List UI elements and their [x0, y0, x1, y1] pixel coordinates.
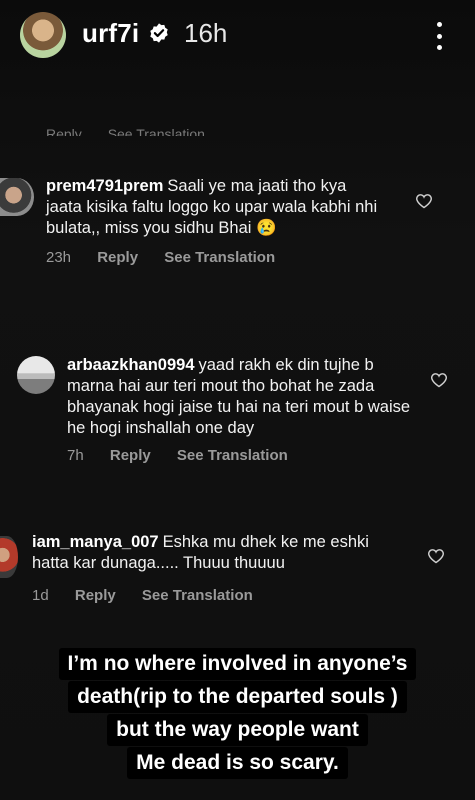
comment-time: 1d	[32, 587, 49, 604]
caption-line: but the way people want	[107, 714, 368, 746]
reply-button[interactable]: Reply	[75, 587, 116, 604]
see-translation-button[interactable]: See Translation	[164, 249, 275, 266]
profile-avatar[interactable]	[20, 12, 66, 58]
heart-outline-icon[interactable]	[427, 548, 445, 564]
comment-username[interactable]: prem4791prem	[46, 177, 163, 195]
comment-item: iam_manya_007 Eshka mu dhek ke me eshki h…	[0, 530, 475, 610]
comment-body: iam_manya_007 Eshka mu dhek ke me eshki h…	[32, 532, 402, 574]
comment-body: arbaazkhan0994 yaad rakh ek din tujhe b m…	[67, 355, 417, 439]
comment-username[interactable]: arbaazkhan0994	[67, 356, 195, 374]
comment-body: prem4791prem Saali ye ma jaati tho kya ja…	[46, 176, 386, 239]
see-translation-button[interactable]: See Translation	[177, 447, 288, 464]
reply-button[interactable]: Reply	[97, 249, 138, 266]
commenter-avatar[interactable]	[0, 536, 18, 578]
comment-meta: 1d Reply See Translation	[32, 587, 275, 604]
verified-badge-icon	[150, 23, 168, 43]
caption-line: death(rip to the departed souls )	[68, 681, 407, 713]
caption-line: Me dead is so scary.	[127, 747, 348, 779]
comment-item: arbaazkhan0994 yaad rakh ek din tujhe b m…	[0, 350, 475, 470]
story-viewer: urf7i 16h Reply See Translation prem4791…	[0, 0, 475, 800]
story-caption: I’m no where involved in anyone’s death(…	[0, 648, 475, 780]
caption-line: I’m no where involved in anyone’s	[58, 648, 417, 680]
cut-off-translation: See Translation	[107, 126, 205, 136]
heart-outline-icon[interactable]	[430, 372, 448, 388]
comment-meta: 23h Reply See Translation	[46, 249, 297, 266]
more-vertical-icon[interactable]	[425, 22, 453, 50]
comment-meta: 7h Reply See Translation	[67, 447, 310, 464]
commenter-avatar[interactable]	[0, 178, 34, 216]
story-username[interactable]: urf7i	[82, 18, 139, 49]
comment-time: 7h	[67, 447, 84, 464]
comment-item: prem4791prem Saali ye ma jaati tho kya ja…	[0, 170, 475, 270]
cut-off-comment-meta: Reply See Translation	[46, 126, 227, 136]
heart-outline-icon[interactable]	[415, 193, 433, 209]
see-translation-button[interactable]: See Translation	[142, 587, 253, 604]
story-header: urf7i 16h	[0, 0, 475, 80]
commenter-avatar[interactable]	[17, 356, 55, 394]
story-time-ago: 16h	[184, 18, 228, 48]
reply-button[interactable]: Reply	[110, 447, 151, 464]
comment-username[interactable]: iam_manya_007	[32, 533, 159, 551]
cut-off-reply: Reply	[46, 126, 82, 136]
comment-time: 23h	[46, 249, 72, 266]
